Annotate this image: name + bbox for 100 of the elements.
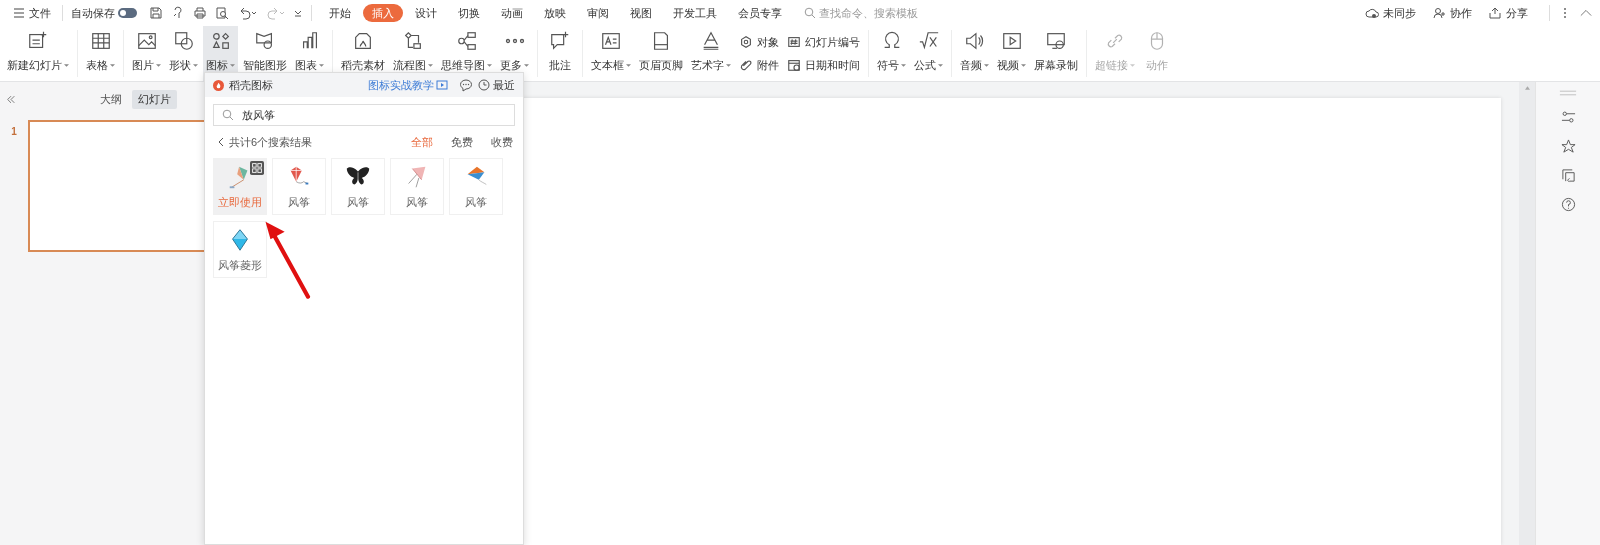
- menu-tab[interactable]: 动画: [492, 4, 532, 22]
- hash-icon: [787, 35, 801, 49]
- print-preview-icon[interactable]: [215, 6, 229, 20]
- command-search-field[interactable]: 查找命令、搜索模板: [804, 7, 934, 19]
- cloud-icon: [1365, 6, 1379, 20]
- paperclip-icon: [739, 58, 753, 72]
- caret-icon: [110, 63, 115, 68]
- back-results-button[interactable]: 共计6个搜索结果: [217, 134, 313, 150]
- ribbon-button[interactable]: 日期和时间: [787, 57, 860, 73]
- icon-result-tile[interactable]: 风筝: [449, 158, 503, 215]
- calendar-icon: [787, 58, 801, 72]
- flowchart-icon: [402, 30, 424, 52]
- autosave-toggle[interactable]: [118, 8, 137, 18]
- ribbon-button[interactable]: 表格: [83, 26, 118, 81]
- filter-tab[interactable]: 免费: [451, 134, 473, 150]
- caret-icon: [487, 63, 492, 68]
- video-icon: [1000, 30, 1023, 52]
- properties-icon[interactable]: [1560, 110, 1576, 125]
- slide-transition-icon[interactable]: [1560, 168, 1576, 183]
- icon-result-tile[interactable]: 风筝: [331, 158, 385, 215]
- menu-tab[interactable]: 会员专享: [729, 4, 791, 22]
- text-box-icon: [600, 30, 622, 52]
- ribbon-button[interactable]: 视频: [994, 26, 1029, 81]
- caret-icon: [726, 63, 731, 68]
- chat-icon[interactable]: [459, 78, 473, 92]
- qr-code-icon[interactable]: [250, 161, 264, 175]
- menu-tab[interactable]: 开发工具: [664, 4, 726, 22]
- caret-icon: [230, 63, 235, 68]
- autosave-label: 自动保存: [71, 5, 115, 21]
- more-icon: [503, 38, 526, 44]
- table-icon: [89, 30, 112, 52]
- file-menu[interactable]: 文件: [10, 3, 54, 23]
- menu-tab[interactable]: 切换: [449, 4, 489, 22]
- ribbon-button[interactable]: 幻灯片编号: [787, 34, 860, 50]
- caret-icon: [901, 63, 906, 68]
- filter-tab[interactable]: 收费: [491, 134, 513, 150]
- star-icon[interactable]: [1560, 139, 1576, 154]
- caret-icon: [64, 63, 69, 68]
- ribbon-button[interactable]: 页眉页脚: [636, 26, 686, 81]
- image-icon: [135, 30, 158, 52]
- slide-number: 1: [10, 126, 18, 137]
- ribbon-button[interactable]: 新建幻灯片: [4, 26, 72, 81]
- icon-result-tile[interactable]: 风筝: [390, 158, 444, 215]
- flame-logo-icon: [213, 79, 224, 91]
- menu-tab[interactable]: 开始: [320, 4, 360, 22]
- menu-tab[interactable]: 审阅: [578, 4, 618, 22]
- ribbon-button[interactable]: 批注: [543, 26, 577, 81]
- ribbon-button[interactable]: 符号: [874, 26, 909, 81]
- collapse-ribbon-icon[interactable]: [1580, 8, 1592, 18]
- ribbon-button[interactable]: 对象: [739, 34, 779, 50]
- caret-icon: [938, 63, 943, 68]
- print-icon[interactable]: [193, 6, 207, 20]
- ribbon-button[interactable]: 屏幕录制: [1031, 26, 1081, 81]
- help-icon[interactable]: [1560, 197, 1576, 212]
- play-icon: [436, 79, 448, 91]
- view-tab[interactable]: 幻灯片: [132, 89, 177, 109]
- mind-map-icon: [455, 30, 478, 52]
- collapse-panel-icon[interactable]: [6, 94, 16, 104]
- menu-tab[interactable]: 设计: [406, 4, 446, 22]
- icon-search-field[interactable]: 放风筝: [213, 104, 515, 126]
- formula-icon: [917, 30, 940, 52]
- ribbon-button[interactable]: 图片: [129, 26, 164, 81]
- caret-icon: [428, 63, 433, 68]
- sync-status-button[interactable]: 未同步: [1362, 3, 1419, 23]
- collaborate-button[interactable]: 协作: [1429, 3, 1475, 23]
- caret-icon: [984, 63, 989, 68]
- more-options-icon[interactable]: [1562, 6, 1568, 20]
- ribbon-button[interactable]: 公式: [911, 26, 946, 81]
- caret-icon: [156, 63, 161, 68]
- scrollbar[interactable]: [1519, 82, 1535, 545]
- person-add-icon: [1432, 6, 1446, 20]
- menu-tab[interactable]: 放映: [535, 4, 575, 22]
- caret-icon: [626, 63, 631, 68]
- icon-result-tile[interactable]: 风筝: [272, 158, 326, 215]
- view-tab[interactable]: 大纲: [94, 89, 128, 109]
- caret-icon: [193, 63, 198, 68]
- menu-tab[interactable]: 视图: [621, 4, 661, 22]
- save-icon[interactable]: [149, 6, 163, 20]
- caret-icon: [319, 63, 324, 68]
- caret-icon: [524, 63, 529, 68]
- back-icon: [217, 137, 225, 147]
- drag-handle-icon[interactable]: [1559, 90, 1577, 96]
- icon-result-tile[interactable]: 风筝菱形: [213, 221, 267, 278]
- comment-icon: [549, 30, 571, 52]
- menu-icon: [13, 7, 25, 19]
- ribbon-button[interactable]: 音频: [957, 26, 992, 81]
- search-icon: [804, 7, 816, 19]
- speaker-icon: [963, 30, 986, 52]
- caret-icon: [1130, 63, 1135, 68]
- share-button[interactable]: 分享: [1485, 3, 1531, 23]
- ribbon-button[interactable]: 形状: [166, 26, 201, 81]
- share-icon: [1488, 6, 1502, 20]
- caret-icon: [1021, 63, 1026, 68]
- ribbon-button[interactable]: 附件: [739, 57, 779, 73]
- ribbon-button[interactable]: 艺术字: [688, 26, 734, 81]
- screen-record-icon: [1045, 30, 1067, 52]
- clock-icon: [478, 79, 490, 91]
- ribbon-button[interactable]: 文本框: [588, 26, 634, 81]
- ribbon-button[interactable]: 图表: [292, 26, 327, 81]
- shapes-icon: [172, 30, 195, 52]
